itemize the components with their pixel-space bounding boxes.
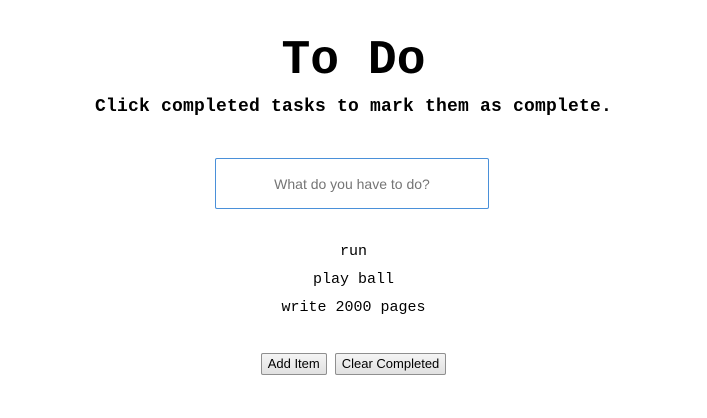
add-item-button[interactable]: Add Item bbox=[260, 353, 327, 375]
task-item-play-ball[interactable]: play ball bbox=[0, 266, 707, 294]
page-subtitle: Click completed tasks to mark them as co… bbox=[94, 97, 613, 117]
action-buttons: Add Item Clear Completed bbox=[0, 353, 707, 375]
task-item-run[interactable]: run bbox=[0, 238, 707, 266]
task-input[interactable] bbox=[215, 158, 489, 209]
page-title: To Do bbox=[281, 34, 426, 88]
clear-completed-button[interactable]: Clear Completed bbox=[334, 353, 447, 375]
task-item-write-pages[interactable]: write 2000 pages bbox=[0, 294, 707, 322]
task-list: run play ball write 2000 pages bbox=[0, 238, 707, 322]
